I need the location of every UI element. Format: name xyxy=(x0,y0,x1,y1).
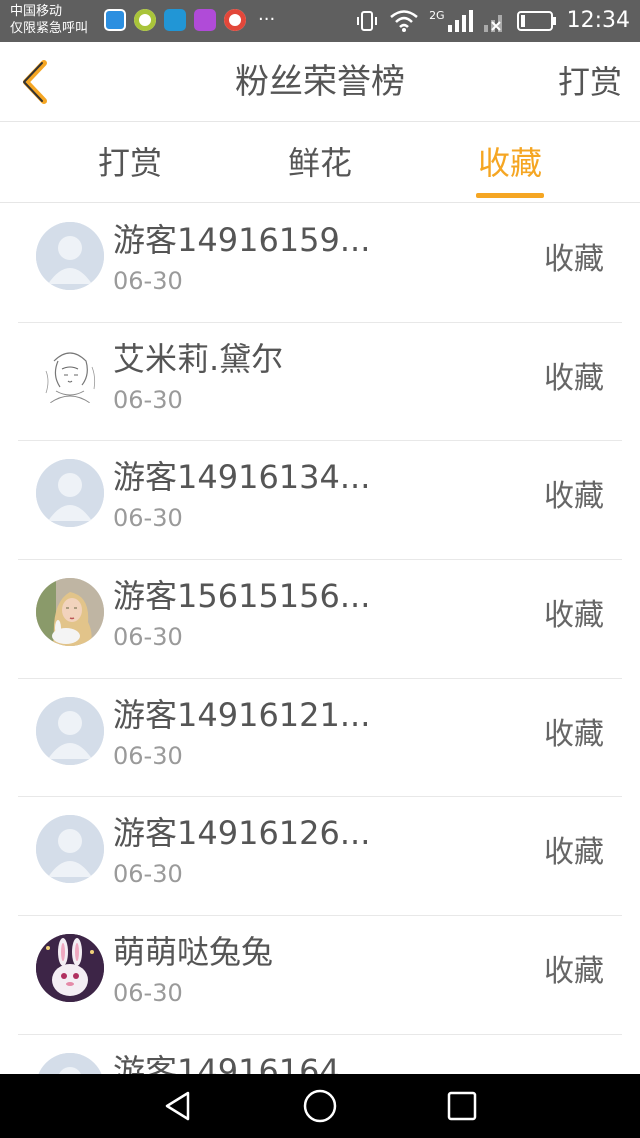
no-signal-icon xyxy=(483,15,502,32)
user-name: 游客14916134... xyxy=(113,458,371,497)
vibrate-icon xyxy=(357,11,378,31)
date: 06-30 xyxy=(113,860,183,889)
page-title: 粉丝荣誉榜 xyxy=(235,62,405,102)
carrier-info: 中国移动 仅限紧急呼叫 xyxy=(10,3,88,37)
message-bubble-icon xyxy=(164,9,186,31)
carrier-name: 中国移动 xyxy=(10,4,63,19)
battery-icon xyxy=(516,11,556,31)
notification-icons: ··· xyxy=(104,9,275,31)
emergency-only: 仅限紧急呼叫 xyxy=(10,21,89,36)
avatar xyxy=(36,696,104,765)
default-avatar-icon xyxy=(36,222,104,290)
tab-favorites[interactable]: 收藏 xyxy=(440,141,580,185)
photo-avatar-image xyxy=(36,578,104,647)
back-button[interactable] xyxy=(14,56,58,108)
red-app-icon xyxy=(224,9,246,31)
user-name: 游客14916164... xyxy=(113,1051,371,1074)
title-bar: 粉丝荣誉榜 打赏 xyxy=(0,42,640,122)
avatar xyxy=(36,934,104,1003)
default-avatar-icon xyxy=(36,696,104,765)
avatar xyxy=(36,459,104,528)
nav-home-button[interactable] xyxy=(300,1086,340,1126)
triangle-back-icon xyxy=(165,1091,190,1121)
tab-tip[interactable]: 打赏 xyxy=(60,141,200,185)
user-name: 游客14916159... xyxy=(113,221,371,259)
date: 06-30 xyxy=(113,385,183,414)
navigation-bar xyxy=(0,1074,640,1138)
date: 06-30 xyxy=(113,979,183,1008)
wifi-icon xyxy=(390,10,418,32)
action-label: 收藏 xyxy=(544,360,604,396)
chevron-left-icon xyxy=(23,60,47,104)
square-recents-icon xyxy=(447,1091,477,1121)
avatar xyxy=(36,815,104,884)
default-avatar-icon xyxy=(36,459,104,528)
list-item[interactable]: 艾米莉.黛尔 06-30 收藏 xyxy=(0,323,640,442)
status-bar: 中国移动 仅限紧急呼叫 ··· 2G 12:34 xyxy=(0,0,640,42)
list-item[interactable]: 游客14916159... 06-30 收藏 xyxy=(0,204,640,323)
list-item[interactable]: 游客14916134... 06-30 收藏 xyxy=(0,441,640,561)
network-type: 2G xyxy=(429,10,473,32)
user-name: 艾米莉.黛尔 xyxy=(113,339,284,378)
avatar xyxy=(36,222,104,290)
list-item[interactable]: 游客15615156... 06-30 收藏 xyxy=(0,560,640,679)
list-item[interactable]: 游客14916121... 06-30 收藏 xyxy=(0,679,640,798)
action-label: 收藏 xyxy=(544,242,604,277)
network-label: 2G xyxy=(429,9,445,22)
avatar xyxy=(36,1052,104,1074)
fan-list[interactable]: 游客14916159... 06-30 收藏 艾米莉.黛尔 06-30 收藏 游… xyxy=(0,204,640,1074)
avatar xyxy=(36,578,104,647)
blue-s-icon xyxy=(104,9,126,31)
status-indicators: 2G 12:34 xyxy=(355,7,630,35)
purple-gallery-icon xyxy=(194,9,216,31)
signal-icon xyxy=(447,10,473,32)
tab-flowers[interactable]: 鲜花 xyxy=(250,141,390,185)
tip-button[interactable]: 打赏 xyxy=(558,60,622,104)
list-item[interactable]: 游客14916164... xyxy=(0,1035,640,1074)
date: 06-30 xyxy=(113,267,183,295)
action-label: 收藏 xyxy=(544,716,604,752)
sketch-avatar-image xyxy=(36,340,104,409)
action-label: 收藏 xyxy=(544,954,604,990)
active-tab-indicator xyxy=(476,193,544,198)
avatar xyxy=(36,340,104,409)
action-label: 收藏 xyxy=(544,598,604,634)
date: 06-30 xyxy=(113,504,183,533)
user-name: 萌萌哒兔兔 xyxy=(113,933,274,972)
chat-face-icon xyxy=(134,9,156,31)
screen: 中国移动 仅限紧急呼叫 ··· 2G 12:34 粉丝荣誉榜 打赏 打赏 鲜花 … xyxy=(0,0,640,1138)
list-item[interactable]: 游客14916126... 06-30 收藏 xyxy=(0,797,640,917)
user-name: 游客15615156... xyxy=(113,577,371,616)
nav-back-button[interactable] xyxy=(158,1086,198,1126)
action-label: 收藏 xyxy=(544,479,604,515)
nav-recents-button[interactable] xyxy=(442,1086,482,1126)
default-avatar-icon xyxy=(36,815,104,884)
date: 06-30 xyxy=(113,623,183,652)
clock: 12:34 xyxy=(566,8,630,33)
tab-bar: 打赏 鲜花 收藏 xyxy=(0,123,640,203)
default-avatar-icon xyxy=(36,1052,104,1074)
action-label: 收藏 xyxy=(544,835,604,871)
user-name: 游客14916126... xyxy=(113,814,371,853)
more-notifications: ··· xyxy=(258,9,276,30)
user-name: 游客14916121... xyxy=(113,695,371,734)
date: 06-30 xyxy=(113,741,183,770)
rabbit-avatar-image xyxy=(36,934,104,1003)
list-item[interactable]: 萌萌哒兔兔 06-30 收藏 xyxy=(0,916,640,1035)
circle-home-icon xyxy=(303,1089,337,1123)
